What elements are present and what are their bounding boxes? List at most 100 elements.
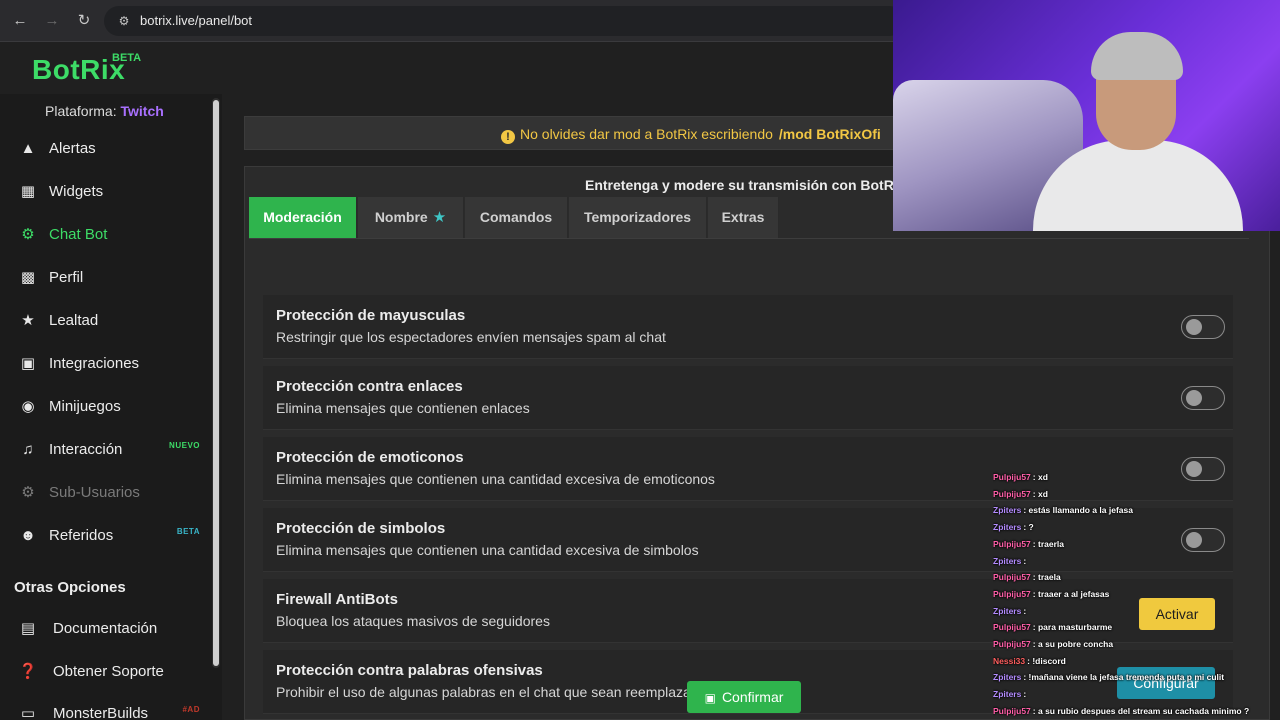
chat-username: Nessi33 xyxy=(993,655,1026,666)
sidebar-item-integraciones[interactable]: ▣ Integraciones xyxy=(0,347,210,381)
setting-title: Protección de simbolos xyxy=(276,520,446,537)
setting-desc: Prohibir el uso de algunas palabras en e… xyxy=(276,684,757,700)
tab-extras[interactable]: Extras xyxy=(708,197,779,238)
star-icon: ★ xyxy=(432,209,447,226)
sidebar-item-interaccion[interactable]: ♫ Interacción NUEVO xyxy=(0,433,210,467)
enlaces-toggle[interactable] xyxy=(1181,386,1225,410)
exclamation-icon: ! xyxy=(501,130,515,144)
setting-row-mayusculas: Protección de mayusculas Restringir que … xyxy=(263,295,1233,359)
id-card-icon: ▩ xyxy=(20,269,36,286)
reload-icon[interactable]: ↻ xyxy=(74,11,94,31)
chat-username: Zpiters xyxy=(993,555,1022,566)
tab-nombre[interactable]: Nombre ★ xyxy=(358,197,464,238)
chat-text: : xd xyxy=(1032,472,1048,482)
chat-message: Pulpiju57: xd xyxy=(993,489,1048,499)
chat-username: Pulpiju57 xyxy=(993,705,1031,716)
mayusculas-toggle[interactable] xyxy=(1181,315,1225,339)
sidebar-item-widgets[interactable]: ▦ Widgets xyxy=(0,175,210,209)
chat-text: : a su pobre concha xyxy=(1032,639,1114,649)
chat-text: : xyxy=(1023,605,1027,616)
setting-title: Protección de mayusculas xyxy=(276,307,466,324)
chat-message: Pulpiju57: xd xyxy=(993,472,1048,482)
sidebar-item-soporte[interactable]: ❓ Obtener Soporte xyxy=(0,655,210,689)
setting-row-enlaces: Protección contra enlaces Elimina mensaj… xyxy=(263,366,1233,430)
sidebar-item-label: Referidos xyxy=(49,527,114,544)
sidebar-item-chat-bot[interactable]: ⚙ Chat Bot xyxy=(0,218,210,252)
address-bar[interactable]: ⚙ botrix.live/panel/bot xyxy=(104,6,904,36)
sidebar-item-monsterbuilds[interactable]: ▭ MonsterBuilds #AD xyxy=(0,697,210,720)
ad-badge: #AD xyxy=(182,705,200,714)
sidebar-item-perfil[interactable]: ▩ Perfil xyxy=(0,261,210,295)
chat-text: : ? xyxy=(1023,522,1034,533)
chat-message: Pulpiju57: a su pobre concha xyxy=(993,639,1113,649)
sidebar-item-alertas[interactable]: ▲ Alertas xyxy=(0,132,210,166)
question-icon: ❓ xyxy=(18,663,38,680)
chat-username: Pulpiju57 xyxy=(993,572,1031,583)
book-icon: ▤ xyxy=(20,620,36,637)
setting-desc: Elimina mensajes que contienen una canti… xyxy=(276,471,715,487)
chat-username: Zpiters xyxy=(993,505,1022,516)
back-arrow-icon[interactable]: ← xyxy=(10,11,30,31)
setting-desc: Elimina mensajes que contienen enlaces xyxy=(276,400,530,416)
chat-username: Zpiters xyxy=(993,689,1022,700)
chat-message: Zpiters: !mañana viene la jefasa tremend… xyxy=(993,672,1224,682)
confirmar-button[interactable]: ▣ Confirmar xyxy=(687,681,801,713)
grid-icon: ▦ xyxy=(20,183,36,200)
stream-chat-overlay: Pulpiju57: xd Pulpiju57: xd Zpiters: estás… xyxy=(993,456,1273,720)
chat-text: : a su rubio despues del stream su cacha… xyxy=(1032,705,1250,716)
toggle-knob xyxy=(1186,319,1202,335)
tab-label: Comandos xyxy=(479,209,553,225)
platform-label: Plataforma: xyxy=(45,103,117,119)
sidebar-item-minijuegos[interactable]: ◉ Minijuegos xyxy=(0,390,210,424)
chat-message: Pulpiju57: traaer a al jefasas xyxy=(993,589,1109,599)
chat-text: : xyxy=(1023,689,1027,700)
url-text[interactable]: botrix.live/panel/bot xyxy=(140,13,252,28)
sidebar-scrollbar-thumb[interactable] xyxy=(213,100,219,666)
warning-icon: ▲ xyxy=(20,140,36,157)
chat-message: Zpiters: xyxy=(993,606,1026,616)
sidebar-item-label: Alertas xyxy=(49,140,96,157)
sidebar-item-label: Obtener Soporte xyxy=(53,663,164,680)
setting-desc: Elimina mensajes que contienen una canti… xyxy=(276,542,699,558)
chat-message: Nessi33: !discord xyxy=(993,656,1066,666)
monitor-icon: ▭ xyxy=(20,705,36,720)
chat-text: : para masturbarme xyxy=(1032,622,1113,633)
gamepad-icon: ◉ xyxy=(21,398,35,415)
sidebar-item-lealtad[interactable]: ★ Lealtad xyxy=(0,304,210,338)
chat-username: Pulpiju57 xyxy=(993,639,1031,649)
webcam-overlay xyxy=(893,0,1280,231)
tab-comandos[interactable]: Comandos xyxy=(465,197,568,238)
music-icon: ♫ xyxy=(22,441,34,458)
sidebar-item-label: Interacción xyxy=(49,441,123,458)
sidebar-item-label: MonsterBuilds xyxy=(53,705,149,720)
chat-message: Pulpiju57: traerla xyxy=(993,539,1064,549)
sidebar-item-label: Lealtad xyxy=(49,312,99,329)
sidebar-item-label: Sub-Usuarios xyxy=(49,484,140,501)
sidebar-item-label: Chat Bot xyxy=(49,226,108,243)
chat-message: Pulpiju57: a su rubio despues del stream… xyxy=(993,706,1249,716)
other-options-title: Otras Opciones xyxy=(14,579,126,596)
users-icon: ☻ xyxy=(20,527,36,544)
card-title: Entretenga y modere su transmisión con B… xyxy=(585,177,894,193)
tab-label: Temporizadores xyxy=(583,209,692,225)
chat-message: Zpiters: estás llamando a la jefasa xyxy=(993,505,1133,515)
sidebar-item-referidos[interactable]: ☻ Referidos BETA xyxy=(0,519,210,553)
notice-command: /mod BotRixOfi xyxy=(778,126,881,142)
site-settings-icon[interactable]: ⚙ xyxy=(116,13,132,29)
forward-arrow-icon[interactable]: → xyxy=(42,11,62,31)
trophy-icon: ★ xyxy=(21,312,35,329)
chat-message: Pulpiju57: traela xyxy=(993,572,1061,582)
sidebar-item-label: Minijuegos xyxy=(49,398,121,415)
sidebar-item-documentacion[interactable]: ▤ Documentación xyxy=(0,612,210,646)
notice-text: No olvides dar mod a BotRix escribiendo xyxy=(520,126,773,142)
tab-temporizadores[interactable]: Temporizadores xyxy=(569,197,707,238)
chat-text: : !discord xyxy=(1027,655,1066,666)
beta-badge: BETA xyxy=(176,527,200,536)
toggle-knob xyxy=(1186,390,1202,406)
sidebar-item-label: Documentación xyxy=(53,620,158,637)
tab-moderacion[interactable]: Moderación xyxy=(249,197,357,238)
sidebar-item-sub-usuarios[interactable]: ⚙ Sub-Usuarios xyxy=(0,476,210,510)
platform-value[interactable]: Twitch xyxy=(120,103,163,119)
chat-text: : traela xyxy=(1032,572,1061,583)
chat-message: Zpiters: ? xyxy=(993,522,1034,532)
